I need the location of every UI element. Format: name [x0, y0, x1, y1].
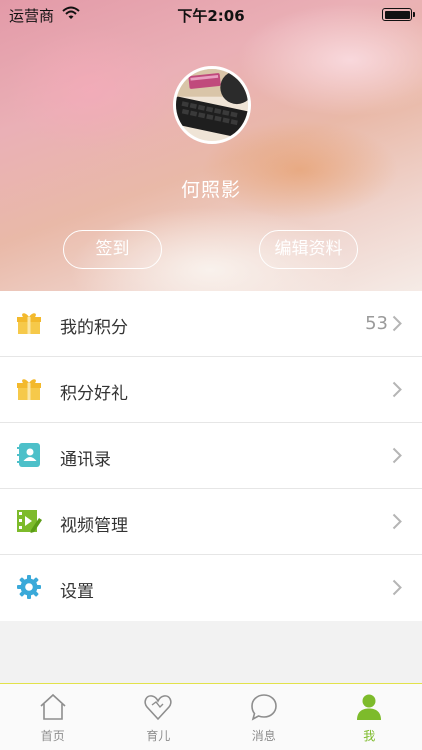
menu-item-label: 通讯录	[60, 450, 111, 470]
chevron-right-icon	[392, 447, 402, 464]
tab-label: 消息	[251, 729, 276, 743]
gift-icon	[16, 310, 42, 336]
home-icon	[38, 692, 68, 722]
menu-item-label: 设置	[60, 582, 94, 602]
battery-icon	[382, 8, 415, 21]
menu-item-label: 积分好礼	[60, 384, 128, 404]
username: 何照影	[180, 179, 241, 201]
menu-list: 我的积分 53 积分好礼 通讯录 视频管理 设置	[0, 291, 422, 621]
avatar-photo	[176, 69, 248, 141]
person-icon	[354, 692, 384, 722]
tab-label: 我	[363, 729, 376, 743]
chevron-right-icon	[392, 579, 402, 596]
status-bar: 运营商 下午2:06	[0, 0, 422, 28]
tab-bar: 首页 育儿 消息 我	[0, 683, 422, 750]
gear-icon	[16, 574, 42, 600]
menu-item-video-management[interactable]: 视频管理	[0, 489, 422, 555]
video-edit-icon	[16, 508, 42, 534]
menu-item-contacts[interactable]: 通讯录	[0, 423, 422, 489]
chevron-right-icon	[392, 513, 402, 530]
menu-item-points-gifts[interactable]: 积分好礼	[0, 357, 422, 423]
avatar[interactable]	[173, 66, 251, 144]
menu-item-settings[interactable]: 设置	[0, 555, 422, 621]
checkin-button[interactable]: 签到	[63, 230, 162, 269]
tab-parenting[interactable]: 育儿	[106, 684, 212, 750]
gift-icon	[16, 376, 42, 402]
menu-item-label: 视频管理	[60, 516, 128, 536]
tab-label: 首页	[40, 729, 65, 743]
edit-profile-button[interactable]: 编辑资料	[259, 230, 358, 269]
menu-item-label: 我的积分	[60, 318, 128, 338]
heart-icon	[143, 692, 173, 722]
tab-home[interactable]: 首页	[0, 684, 106, 750]
profile-header: 何照影 签到 编辑资料	[0, 0, 422, 291]
chat-bubble-icon	[249, 692, 279, 722]
clock: 下午2:06	[177, 7, 245, 25]
tab-messages[interactable]: 消息	[211, 684, 317, 750]
chevron-right-icon	[392, 381, 402, 398]
tab-label: 育儿	[146, 729, 171, 743]
tab-me[interactable]: 我	[317, 684, 422, 750]
points-value: 53	[365, 313, 388, 334]
chevron-right-icon	[392, 315, 402, 332]
menu-item-my-points[interactable]: 我的积分 53	[0, 291, 422, 357]
contacts-book-icon	[16, 442, 42, 468]
